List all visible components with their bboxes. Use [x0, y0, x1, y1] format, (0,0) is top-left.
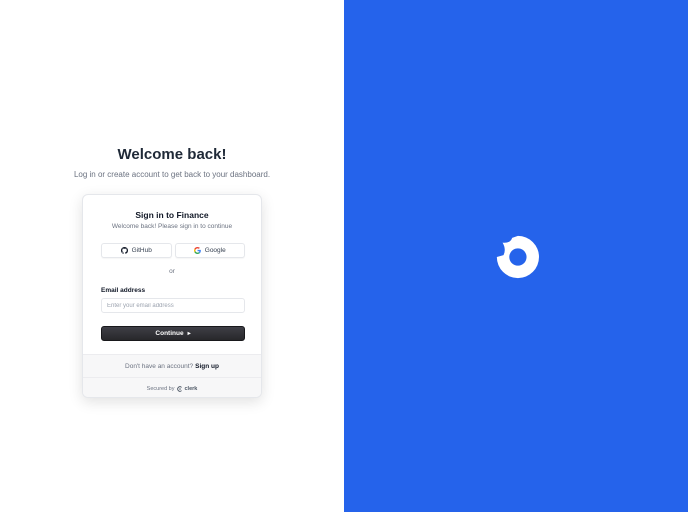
page-title: Welcome back! — [117, 146, 227, 163]
card-subtitle: Welcome back! Please sign in to continue — [111, 223, 233, 230]
email-input[interactable] — [101, 298, 245, 313]
github-button[interactable]: GitHub — [101, 243, 172, 258]
page: Welcome back! Log in or create account t… — [0, 0, 688, 512]
github-icon — [120, 247, 128, 254]
email-label: Email address — [101, 287, 146, 294]
github-label: GitHub — [131, 247, 152, 254]
social-buttons: GitHub Google — [101, 243, 245, 258]
google-icon — [193, 247, 201, 254]
sign-in-card: Sign in to Finance Welcome back! Please … — [82, 194, 262, 398]
signup-footer: Don't have an account? Sign up — [83, 354, 261, 377]
auth-panel: Welcome back! Log in or create account t… — [0, 0, 344, 512]
caret-right-icon: ▸ — [187, 331, 191, 337]
finance-logo-icon — [496, 235, 539, 279]
sign-up-link[interactable]: Sign up — [195, 363, 219, 370]
continue-button[interactable]: Continue ▸ — [101, 326, 245, 341]
clerk-brand[interactable]: clerk — [177, 386, 197, 392]
no-account-text: Don't have an account? — [125, 362, 194, 370]
continue-label: Continue — [155, 330, 184, 337]
brand-panel — [344, 0, 688, 512]
google-label: Google — [204, 247, 226, 254]
secured-by-text: Secured by — [146, 385, 175, 392]
clerk-brand-text: clerk — [184, 385, 198, 392]
page-subtitle: Log in or create account to get back to … — [73, 170, 271, 179]
secured-by-footer: Secured by clerk — [83, 377, 261, 397]
clerk-logo-icon — [177, 385, 183, 392]
or-divider: or — [169, 268, 175, 275]
google-button[interactable]: Google — [174, 243, 245, 258]
card-title: Sign in to Finance — [135, 210, 209, 220]
